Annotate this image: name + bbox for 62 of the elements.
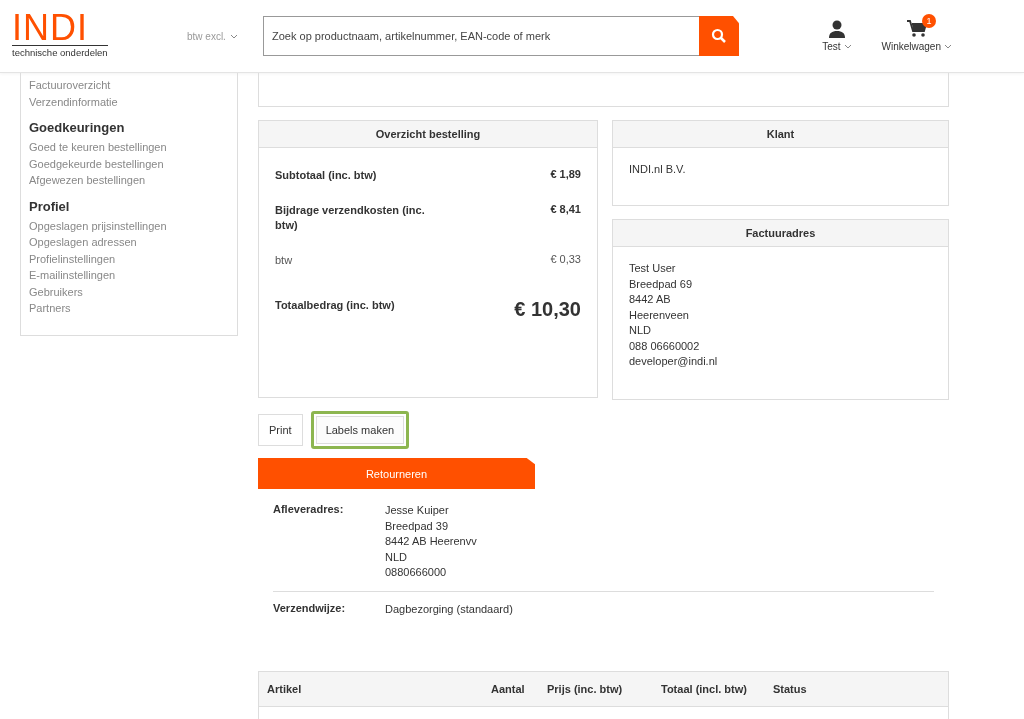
address-line: Heerenveen — [629, 307, 690, 323]
column-header: Status — [773, 683, 808, 695]
address-line: Breedpad 69 — [629, 276, 693, 292]
summary-label: Totaalbedrag (inc. btw) — [275, 298, 396, 313]
sidebar-link[interactable]: Afgewezen bestellingen — [29, 172, 229, 189]
summary-label: Bijdrage verzendkosten (inc. btw) — [275, 203, 426, 233]
shipping-label: Verzendwijze: — [273, 601, 347, 616]
sidebar-link[interactable]: Goed te keuren bestellingen — [29, 139, 229, 156]
cart-menu[interactable]: Winkelwagen — [881, 41, 941, 52]
return-button[interactable]: Retourneren — [258, 458, 535, 489]
sidebar-link[interactable]: Opgeslagen prijsinstellingen — [29, 217, 229, 234]
address-line: developer@indi.nl — [629, 354, 719, 369]
summary-label: btw — [275, 253, 294, 268]
account-menu[interactable]: Test — [822, 41, 841, 52]
address-line: NLD — [629, 323, 652, 338]
sidebar-heading: Profiel — [29, 198, 71, 214]
search-field[interactable]: Zoek op productnaam, artikelnummer, EAN-code of merk — [263, 16, 699, 56]
sidebar-link[interactable]: Gebruikers — [29, 283, 229, 300]
card-title: Overzicht bestelling — [259, 121, 597, 148]
logo-tagline: technische onderdelen — [12, 44, 108, 58]
summary-value: € 1,89 — [550, 168, 581, 180]
price-toggle[interactable]: btw excl. — [187, 30, 226, 42]
address-line: 8442 AB — [629, 292, 672, 307]
column-header: Artikel — [267, 683, 303, 695]
sidebar-link[interactable]: Opgeslagen adressen — [29, 234, 229, 251]
column-header: Totaal (incl. btw) — [661, 683, 748, 695]
sidebar-link[interactable]: Factuuroverzicht — [29, 77, 229, 94]
sidebar-link[interactable]: Verzendinformatie — [29, 93, 229, 110]
column-header: Prijs (inc. btw) — [547, 683, 624, 695]
user-icon[interactable] — [828, 20, 845, 38]
chevron-down-icon — [843, 44, 852, 49]
shipping-text: Breedpad 39 — [385, 518, 449, 534]
shipping-text: Dagbezorging (standaard) — [385, 601, 513, 617]
shipping-label: Afleveradres: — [273, 503, 345, 517]
sidebar-link[interactable]: E-mailinstellingen — [29, 267, 229, 284]
sidebar-link[interactable]: Profielinstellingen — [29, 250, 229, 267]
action-button[interactable]: Labels maken — [310, 411, 410, 449]
card-title: Factuuradres — [613, 220, 948, 247]
summary-value: € 0,33 — [550, 253, 581, 265]
address-line: Test User — [629, 261, 677, 276]
chevron-down-icon — [229, 33, 238, 39]
address-line: 088 06660002 — [629, 338, 701, 354]
search-icon — [711, 28, 727, 44]
customer-text: INDI.nl B.V. — [629, 162, 687, 177]
shipping-text: 8442 AB Heerenvv — [385, 534, 477, 549]
logo[interactable]: INDI — [12, 10, 172, 45]
card-title: Klant — [613, 121, 948, 148]
shipping-text: NLD — [385, 549, 408, 565]
chevron-down-icon — [944, 44, 952, 49]
action-button[interactable]: Print — [258, 414, 303, 446]
sidebar-link[interactable]: Goedgekeurde bestellingen — [29, 155, 229, 172]
sidebar-heading: Goedkeuringen — [29, 120, 126, 135]
summary-value: € 8,41 — [550, 203, 581, 215]
sidebar-link[interactable]: Partners — [29, 300, 229, 317]
summary-value: € 10,30 — [514, 298, 581, 321]
summary-label: Subtotaal (inc. btw) — [275, 168, 378, 183]
search-button[interactable] — [699, 16, 739, 56]
cart-icon[interactable] — [906, 20, 927, 38]
shipping-text: 0880666000 — [385, 565, 448, 580]
shipping-text: Jesse Kuiper — [385, 503, 450, 518]
cart-count-badge: 1 — [922, 14, 936, 28]
column-header: Aantal — [491, 683, 526, 695]
